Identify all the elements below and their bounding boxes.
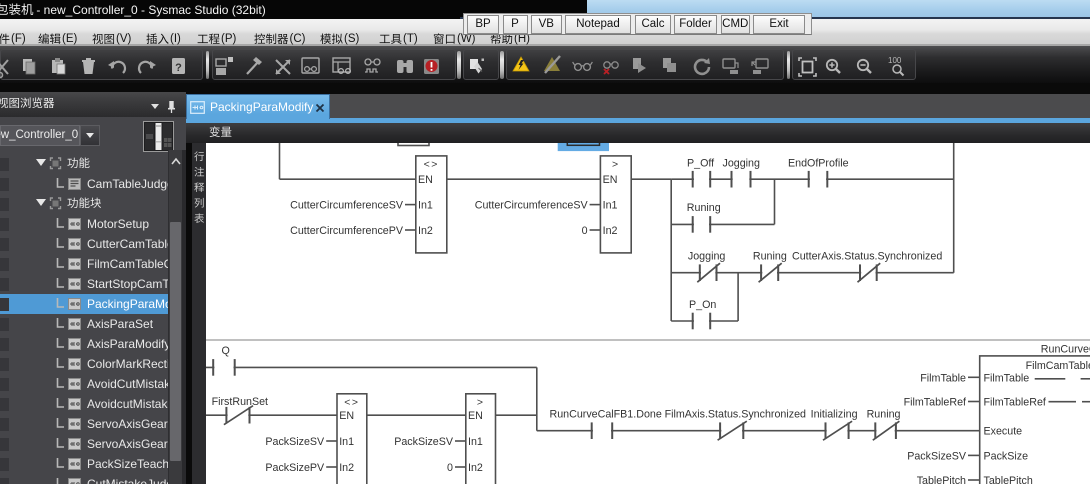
svg-text:P_Off: P_Off bbox=[687, 158, 714, 170]
svg-text:PackSizePV: PackSizePV bbox=[265, 462, 325, 474]
svg-text:Runing: Runing bbox=[867, 409, 901, 421]
svg-text:FilmAxis.Status.Synchronized: FilmAxis.Status.Synchronized bbox=[665, 409, 806, 421]
svg-text:Jogging: Jogging bbox=[723, 158, 760, 170]
svg-text:CutterCircumferencePV: CutterCircumferencePV bbox=[290, 225, 404, 237]
svg-text:EN: EN bbox=[603, 174, 618, 186]
svg-text:Runing: Runing bbox=[753, 251, 787, 263]
svg-text:<>: <> bbox=[344, 396, 359, 408]
svg-text:EN: EN bbox=[339, 410, 354, 422]
svg-text:EndOfProfile: EndOfProfile bbox=[788, 158, 849, 170]
svg-text:P_On: P_On bbox=[689, 299, 716, 311]
svg-text:PackSizeSV: PackSizeSV bbox=[907, 450, 967, 462]
svg-text:EN: EN bbox=[418, 174, 433, 186]
svg-text:>: > bbox=[477, 396, 485, 408]
svg-text:RunCurveCalFB1.Done: RunCurveCalFB1.Done bbox=[550, 409, 662, 421]
svg-text:CutterCircumferenceSV: CutterCircumferenceSV bbox=[290, 200, 404, 212]
svg-text:RunCurveCalFB1: RunCurveCalFB1 bbox=[1041, 344, 1090, 356]
svg-text:EN: EN bbox=[468, 410, 483, 422]
svg-text:In1: In1 bbox=[468, 436, 483, 448]
svg-text:FilmCamTableGen: FilmCamTableGen bbox=[1026, 360, 1090, 372]
svg-text:0: 0 bbox=[582, 225, 588, 237]
svg-text:Q: Q bbox=[222, 345, 230, 357]
svg-text:FilmTableRef: FilmTableRef bbox=[904, 397, 966, 409]
svg-text:0: 0 bbox=[447, 462, 453, 474]
svg-text:In1: In1 bbox=[418, 200, 433, 212]
svg-text:100: 100 bbox=[888, 56, 902, 65]
svg-text:FilmTable: FilmTable bbox=[984, 372, 1030, 384]
svg-text:FilmTableRef: FilmTableRef bbox=[984, 397, 1046, 409]
svg-text:PackSizeSV: PackSizeSV bbox=[265, 436, 325, 448]
svg-text:In1: In1 bbox=[339, 436, 354, 448]
svg-text:In2: In2 bbox=[603, 225, 618, 237]
svg-text:In1: In1 bbox=[603, 200, 618, 212]
svg-text:PackSize: PackSize bbox=[984, 450, 1029, 462]
svg-text:CutterCircumferenceSV: CutterCircumferenceSV bbox=[475, 200, 589, 212]
svg-text:?: ? bbox=[175, 62, 182, 74]
svg-text:FilmTable: FilmTable bbox=[920, 372, 966, 384]
svg-text:FirstRunSet: FirstRunSet bbox=[212, 396, 268, 408]
svg-text:Initializing: Initializing bbox=[811, 409, 858, 421]
svg-text:Execute: Execute bbox=[984, 426, 1023, 438]
svg-text:TablePitch: TablePitch bbox=[984, 475, 1033, 484]
svg-text:CutterAxis.Status.Synchronized: CutterAxis.Status.Synchronized bbox=[792, 251, 942, 263]
svg-text:In2: In2 bbox=[468, 462, 483, 474]
svg-text:Jogging: Jogging bbox=[688, 251, 725, 263]
svg-text:<>: <> bbox=[424, 158, 439, 170]
svg-text:>: > bbox=[612, 158, 620, 170]
svg-text:Runing: Runing bbox=[687, 202, 721, 214]
svg-text:In2: In2 bbox=[418, 225, 433, 237]
svg-text:In2: In2 bbox=[339, 462, 354, 474]
svg-text:TablePitch: TablePitch bbox=[917, 475, 966, 484]
svg-text:PackSizeSV: PackSizeSV bbox=[394, 436, 454, 448]
